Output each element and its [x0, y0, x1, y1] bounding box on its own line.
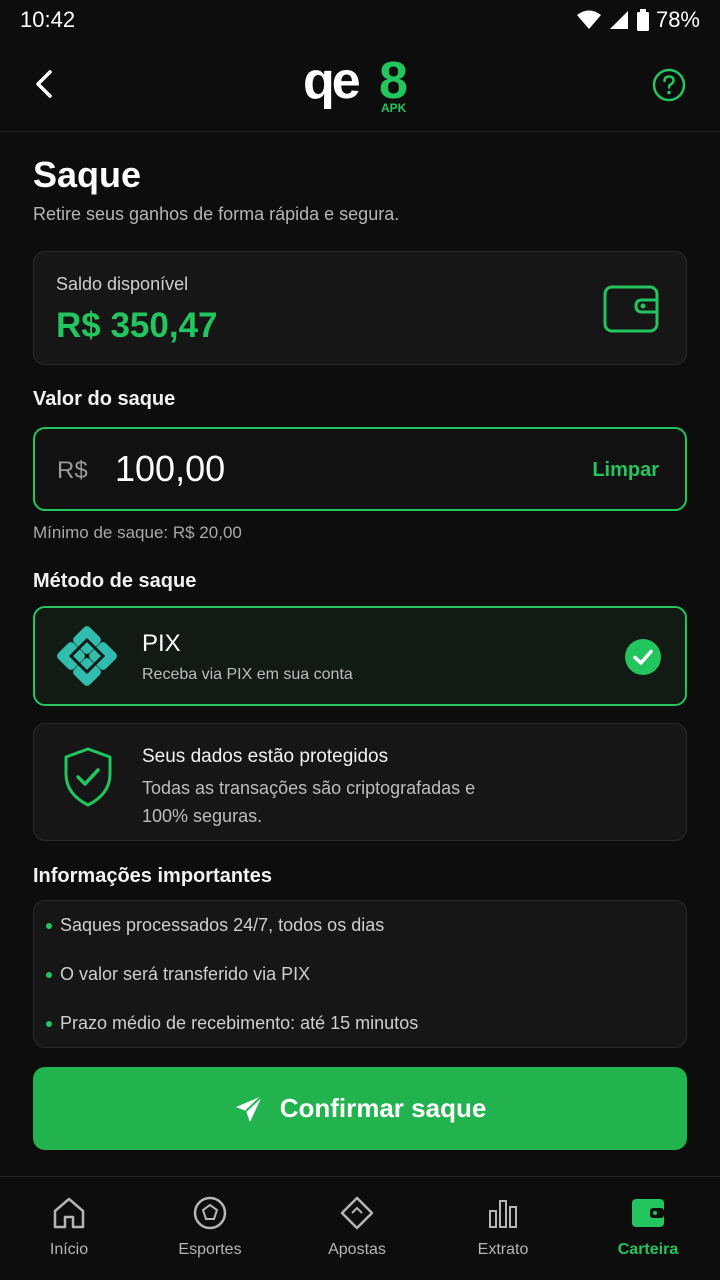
- nav-item-esportes[interactable]: Esportes: [150, 1195, 270, 1259]
- nav-label: Extrato: [477, 1241, 529, 1258]
- chart-icon: [489, 1200, 517, 1228]
- bullet-icon: [46, 1020, 52, 1027]
- status-icons: 78%: [576, 7, 700, 33]
- status-time: 10:42: [20, 7, 76, 32]
- bullet-icon: [46, 971, 52, 978]
- info-item-text: O valor será transferido via PIX: [60, 964, 311, 984]
- nav-label: Apostas: [328, 1241, 386, 1258]
- info-item-text: Prazo médio de recebimento: até 15 minut…: [60, 1013, 419, 1033]
- nav-label: Carteira: [617, 1241, 679, 1258]
- confirm-label: Confirmar saque: [279, 1093, 487, 1123]
- withdraw-amount-label: Valor do saque: [33, 388, 176, 410]
- balance-card: Saldo disponível R$ 350,47: [33, 251, 687, 365]
- svg-text:APK: APK: [381, 101, 407, 115]
- svg-text:qe: qe: [303, 54, 360, 110]
- page-subtitle: Retire seus ganhos de forma rápida e seg…: [33, 204, 400, 224]
- wifi-icon: [576, 10, 601, 29]
- status-bar: 10:42 78%: [0, 0, 720, 40]
- app-header: qe 8 APK: [0, 40, 720, 132]
- help-icon[interactable]: [652, 68, 686, 102]
- currency-prefix: R$: [57, 457, 88, 484]
- info-item: Prazo médio de recebimento: até 15 minut…: [46, 1013, 418, 1034]
- battery-percent: 78%: [655, 7, 700, 32]
- info-item-text: Saques processados 24/7, todos os dias: [60, 915, 385, 935]
- balance-label: Saldo disponível: [56, 274, 189, 294]
- ticket-icon: [340, 1196, 374, 1230]
- bottom-nav: Início Esportes Apostas Extrato Carteira: [0, 1176, 720, 1280]
- nav-item-apostas[interactable]: Apostas: [297, 1195, 417, 1259]
- clear-button[interactable]: Limpar: [592, 459, 659, 482]
- check-circle-icon: [625, 639, 661, 675]
- pix-method-option[interactable]: PIX Receba via PIX em sua conta: [33, 606, 687, 706]
- info-title: Informações importantes: [33, 865, 272, 887]
- wallet-icon: [603, 285, 659, 333]
- ball-icon: [193, 1196, 227, 1230]
- nav-item-inicio[interactable]: Início: [9, 1195, 129, 1259]
- security-title: Seus dados estão protegidos: [142, 746, 389, 767]
- security-card: Seus dados estão protegidos Todas as tra…: [33, 723, 687, 841]
- method-name: PIX: [142, 630, 181, 657]
- shield-check-icon: [64, 747, 112, 807]
- back-arrow-icon[interactable]: [30, 66, 60, 102]
- nav-item-carteira[interactable]: Carteira: [588, 1195, 708, 1259]
- pix-icon: [57, 626, 117, 686]
- withdraw-method-label: Método de saque: [33, 570, 197, 592]
- bullet-icon: [46, 922, 52, 929]
- security-description: Todas as transações são criptografadas e…: [142, 778, 476, 826]
- home-icon: [53, 1197, 85, 1229]
- info-item: O valor será transferido via PIX: [46, 964, 310, 985]
- balance-value: R$ 350,47: [56, 306, 218, 345]
- nav-label: Esportes: [178, 1241, 242, 1258]
- info-card: Saques processados 24/7, todos os dias O…: [33, 900, 687, 1048]
- confirm-withdraw-button[interactable]: Confirmar saque: [33, 1067, 687, 1150]
- nav-label: Início: [49, 1241, 89, 1258]
- info-item: Saques processados 24/7, todos os dias: [46, 915, 384, 936]
- wallet-icon: [632, 1199, 664, 1227]
- signal-icon: [609, 11, 628, 29]
- nav-item-extrato[interactable]: Extrato: [443, 1195, 563, 1259]
- amount-input[interactable]: [115, 447, 495, 491]
- send-icon: [235, 1094, 263, 1122]
- method-description: Receba via PIX em sua conta: [142, 666, 353, 683]
- page-title: Saque: [33, 154, 142, 195]
- amount-field: R$ Limpar: [33, 427, 687, 511]
- qe8-logo: qe 8 APK: [303, 54, 408, 115]
- minimum-withdraw-text: Mínimo de saque: R$ 20,00: [33, 523, 242, 542]
- battery-icon: [636, 9, 649, 31]
